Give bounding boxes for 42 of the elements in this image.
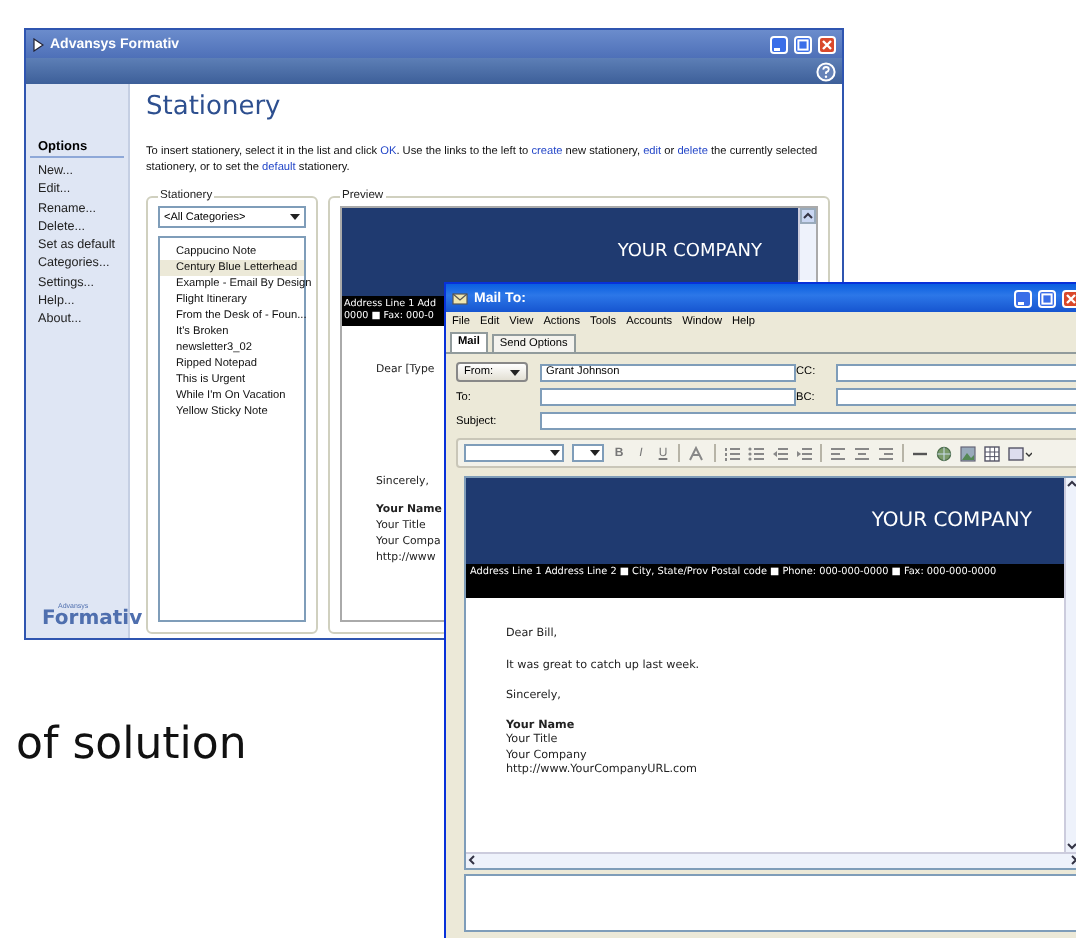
dropdown-arrow-icon bbox=[290, 214, 300, 220]
cc-field[interactable] bbox=[836, 363, 1076, 381]
company-name: YOUR COMPANY bbox=[617, 242, 762, 262]
maximize-icon[interactable] bbox=[794, 35, 812, 53]
play-icon bbox=[32, 37, 44, 51]
insert-object-icon[interactable] bbox=[1008, 445, 1032, 461]
align-left-icon[interactable] bbox=[830, 445, 846, 461]
to-field[interactable] bbox=[540, 388, 796, 406]
bc-field[interactable] bbox=[836, 388, 1076, 406]
envelope-icon bbox=[452, 291, 468, 305]
dropdown-arrow-icon bbox=[510, 369, 520, 375]
table-icon[interactable] bbox=[984, 445, 1000, 461]
size-dropdown[interactable] bbox=[572, 444, 604, 462]
align-center-icon[interactable] bbox=[854, 445, 870, 461]
picture-icon[interactable] bbox=[960, 445, 976, 461]
globe-icon[interactable] bbox=[936, 445, 952, 461]
minimize-icon[interactable] bbox=[770, 35, 788, 53]
subject-field[interactable] bbox=[540, 412, 1076, 430]
vertical-scrollbar[interactable] bbox=[798, 208, 816, 280]
horizontal-scrollbar[interactable] bbox=[466, 852, 1076, 868]
logo-text: Formativ bbox=[42, 610, 143, 630]
dropdown-arrow-icon bbox=[550, 450, 560, 456]
scroll-left-icon[interactable] bbox=[466, 854, 478, 866]
outdent-icon[interactable] bbox=[772, 445, 788, 461]
scroll-down-icon[interactable] bbox=[1066, 840, 1076, 852]
text-color-icon[interactable] bbox=[688, 445, 706, 461]
close-icon[interactable] bbox=[1062, 289, 1076, 307]
numbered-list-icon[interactable] bbox=[724, 445, 740, 461]
scroll-up-icon[interactable] bbox=[1066, 478, 1076, 490]
scroll-up-icon[interactable] bbox=[800, 208, 816, 224]
dropdown-arrow-icon bbox=[590, 450, 600, 456]
minimize-icon[interactable] bbox=[1014, 289, 1032, 307]
company-name: YOUR COMPANY bbox=[871, 510, 1032, 532]
page-heading: Stationery bbox=[146, 92, 281, 124]
indent-icon[interactable] bbox=[796, 445, 812, 461]
bullet-list-icon[interactable] bbox=[748, 445, 764, 461]
tagline-text: of solution bbox=[16, 720, 247, 770]
maximize-icon[interactable] bbox=[1038, 289, 1056, 307]
align-right-icon[interactable] bbox=[878, 445, 894, 461]
vertical-scrollbar[interactable] bbox=[1064, 478, 1076, 852]
help-icon[interactable] bbox=[816, 61, 836, 81]
close-icon[interactable] bbox=[818, 35, 836, 53]
